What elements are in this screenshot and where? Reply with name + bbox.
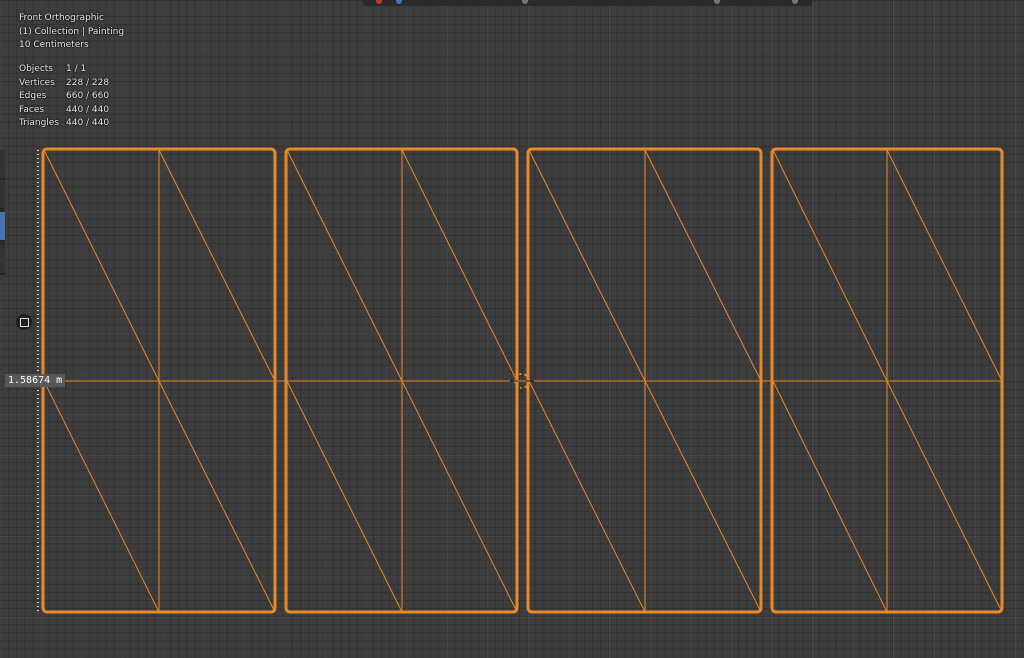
measurement-label: 1.58674 m [5,374,66,387]
viewport-scene[interactable] [0,0,1024,658]
